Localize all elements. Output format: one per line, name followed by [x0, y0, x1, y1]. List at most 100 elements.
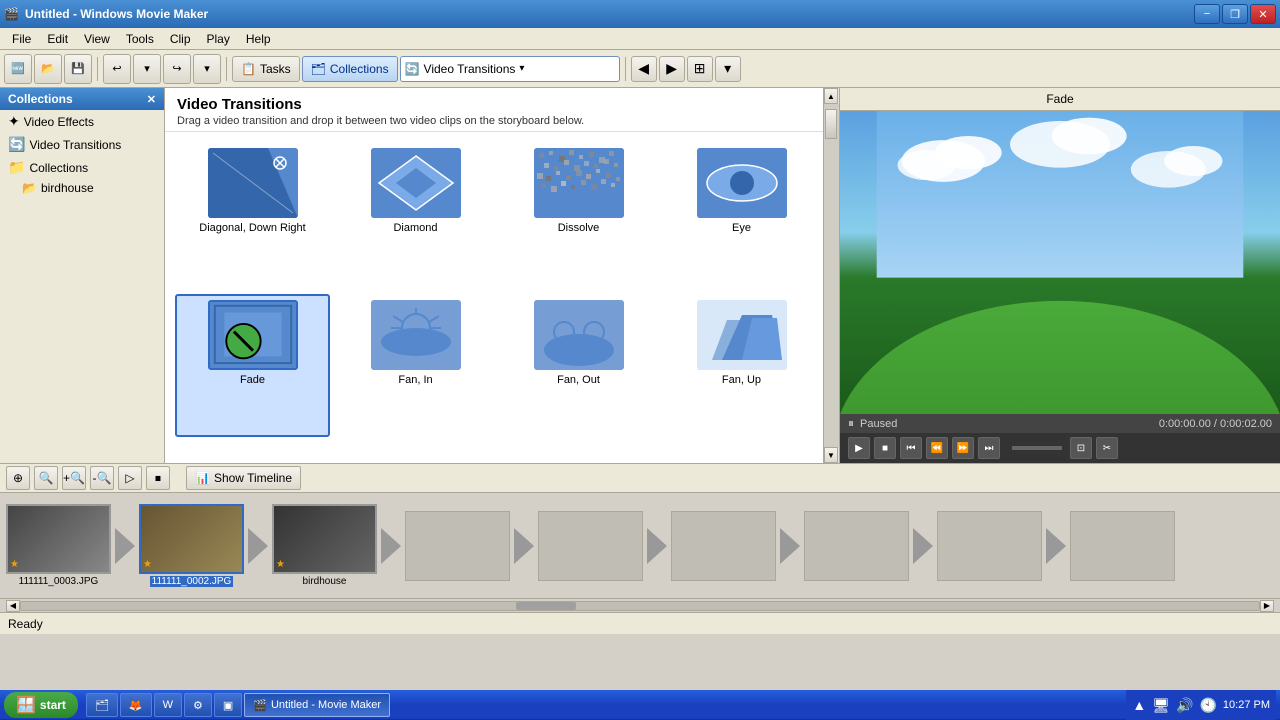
menu-clip[interactable]: Clip: [162, 30, 199, 48]
menu-view[interactable]: View: [76, 30, 118, 48]
preview-time-display: 0:00:00.00 / 0:00:02.00: [1159, 418, 1272, 430]
taskbar-app-firefox[interactable]: 🦊: [120, 693, 152, 717]
undo-button[interactable]: ↩: [103, 54, 131, 84]
scroll-down-button[interactable]: ▼: [824, 447, 838, 463]
video-transitions-tree-label: Video Transitions: [29, 138, 121, 152]
empty-slot-6: [1070, 511, 1175, 581]
menu-tools[interactable]: Tools: [118, 30, 162, 48]
next-frame-button[interactable]: ⏩: [952, 437, 974, 459]
timeline-icon: 📊: [195, 471, 210, 485]
zoom-in-button[interactable]: +🔍: [62, 466, 86, 490]
storyboard-scrollbar[interactable]: ◀ ▶: [0, 598, 1280, 612]
split-button[interactable]: ✂: [1096, 437, 1118, 459]
transition-diagonal-down-right[interactable]: Diagonal, Down Right: [175, 142, 330, 286]
prev-frame-button[interactable]: ⏪: [926, 437, 948, 459]
arrow-shape-5: [647, 528, 667, 564]
transition-eye[interactable]: Eye: [664, 142, 819, 286]
volume-icon[interactable]: 🔊: [1176, 697, 1193, 714]
taskbar-app-explorer[interactable]: 🗂: [86, 693, 118, 717]
close-panel-button[interactable]: ✕: [147, 93, 156, 106]
tray-arrow-icon[interactable]: ▲: [1132, 697, 1146, 713]
nav-back-button[interactable]: ◀: [631, 56, 657, 82]
scroll-left-button[interactable]: ◀: [6, 600, 20, 612]
view-dropdown-button[interactable]: ▾: [715, 56, 741, 82]
collections-tree-label: Collections: [29, 161, 88, 175]
scroll-right-button[interactable]: ▶: [1260, 600, 1274, 612]
close-button[interactable]: ✕: [1250, 4, 1276, 24]
content-scrollbar[interactable]: ▲ ▼: [823, 88, 839, 463]
start-label: start: [40, 698, 66, 712]
zoom-out-button[interactable]: -🔍: [90, 466, 114, 490]
transition-dissolve[interactable]: Dissolve: [501, 142, 656, 286]
volume-slider[interactable]: [1012, 446, 1062, 450]
transition-fan-out-thumb: [534, 300, 624, 370]
collections-dropdown[interactable]: 🔄 Video Transitions ▾: [400, 56, 620, 82]
redo-dropdown[interactable]: ▾: [193, 54, 221, 84]
empty-slot-5: [937, 511, 1042, 581]
transition-dissolve-label: Dissolve: [558, 222, 600, 234]
sidebar-item-birdhouse[interactable]: 📂 birdhouse: [0, 179, 164, 197]
status-bar: Ready: [0, 612, 1280, 634]
storyboard-tool-1[interactable]: ⊕: [6, 466, 30, 490]
menu-file[interactable]: File: [4, 30, 39, 48]
transition-fan-up[interactable]: Fan, Up: [664, 294, 819, 438]
clip-thumb-3: ★: [272, 504, 377, 574]
network-icon[interactable]: 🖥: [1152, 697, 1170, 714]
show-timeline-button[interactable]: 📊 Show Timeline: [186, 466, 301, 490]
menu-edit[interactable]: Edit: [39, 30, 76, 48]
play-storyboard-button[interactable]: ▷: [118, 466, 142, 490]
transition-fade[interactable]: Fade: [175, 294, 330, 438]
show-timeline-label: Show Timeline: [214, 471, 292, 485]
end-button[interactable]: ⏭: [978, 437, 1000, 459]
scroll-thumb[interactable]: [825, 109, 837, 139]
taskbar: 🪟 start 🗂 🦊 W ⚙ ▣ 🎬 Untitled - Movie Mak…: [0, 690, 1280, 720]
taskbar-app-word[interactable]: W: [154, 693, 182, 717]
taskbar-app-moviemaker[interactable]: 🎬 Untitled - Movie Maker: [244, 693, 390, 717]
storyboard-arrow-1: [111, 511, 139, 581]
collections-button[interactable]: 🗂 Collections: [302, 56, 398, 82]
minimize-button[interactable]: −: [1194, 4, 1220, 24]
view-grid-button[interactable]: ⊞: [687, 56, 713, 82]
content-title: Video Transitions: [177, 96, 827, 113]
storyboard-clip-1[interactable]: ★ 111111_0003.JPG: [6, 504, 111, 587]
storyboard-arrow-8: [1042, 511, 1070, 581]
arrow-shape-6: [780, 528, 800, 564]
open-button[interactable]: 📂: [34, 54, 62, 84]
fullscreen-button[interactable]: ⊡: [1070, 437, 1092, 459]
menu-help[interactable]: Help: [238, 30, 279, 48]
menu-play[interactable]: Play: [199, 30, 238, 48]
collections-panel-header: Collections ✕: [0, 88, 164, 110]
start-orb-icon: 🪟: [16, 695, 36, 715]
storyboard-arrow-6: [776, 511, 804, 581]
transition-diamond[interactable]: Diamond: [338, 142, 493, 286]
stop-storyboard-button[interactable]: ⏹: [146, 466, 170, 490]
rewind-button[interactable]: ⏮: [900, 437, 922, 459]
start-button[interactable]: 🪟 start: [4, 692, 78, 718]
nav-forward-button[interactable]: ▶: [659, 56, 685, 82]
collections-panel: Collections ✕ ✦ Video Effects 🔄 Video Tr…: [0, 88, 165, 463]
new-project-button[interactable]: 🆕: [4, 54, 32, 84]
undo-dropdown[interactable]: ▾: [133, 54, 161, 84]
transition-fan-in[interactable]: Fan, In: [338, 294, 493, 438]
stop-button[interactable]: ■: [874, 437, 896, 459]
sidebar-item-collections[interactable]: 📁 Collections: [0, 156, 164, 179]
star-icon-1: ★: [10, 559, 19, 570]
taskbar-app-settings[interactable]: ⚙: [184, 693, 212, 717]
storyboard-tool-2[interactable]: 🔍: [34, 466, 58, 490]
redo-button[interactable]: ↪: [163, 54, 191, 84]
birdhouse-icon: 📂: [22, 181, 37, 195]
sidebar-item-video-transitions[interactable]: 🔄 Video Transitions: [0, 133, 164, 156]
h-scroll-thumb[interactable]: [516, 602, 576, 610]
save-button[interactable]: 💾: [64, 54, 92, 84]
maximize-button[interactable]: ❐: [1222, 4, 1248, 24]
storyboard-clip-2[interactable]: ★ 111111_0002.JPG: [139, 504, 244, 587]
storyboard-clip-3[interactable]: ★ birdhouse: [272, 504, 377, 587]
tasks-button[interactable]: 📋 Tasks: [232, 56, 300, 82]
storyboard-arrow-2: [244, 511, 272, 581]
transition-fan-out[interactable]: Fan, Out: [501, 294, 656, 438]
sidebar-item-video-effects[interactable]: ✦ Video Effects: [0, 110, 164, 133]
scroll-up-button[interactable]: ▲: [824, 88, 838, 104]
play-button[interactable]: ▶: [848, 437, 870, 459]
taskbar-app-misc[interactable]: ▣: [214, 693, 242, 717]
transition-eye-label: Eye: [732, 222, 751, 234]
